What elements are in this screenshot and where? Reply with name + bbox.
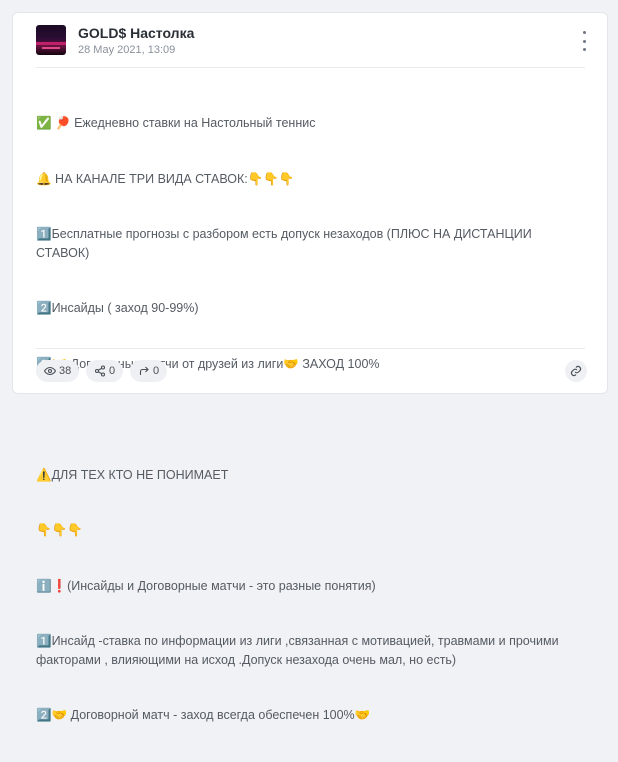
- post-card: GOLD$ Настолка 28 May 2021, 13:09 ✅ 🏓 Еж…: [12, 12, 608, 722]
- post-line: ✅ 🏓 Ежедневно ставки на Настольный тенни…: [36, 116, 316, 130]
- forwards-count: 0: [153, 365, 160, 377]
- post-body: ✅ 🏓 Ежедневно ставки на Настольный тенни…: [36, 77, 577, 762]
- views-counter[interactable]: 38: [36, 360, 80, 382]
- header-divider: [36, 67, 585, 68]
- post-line: ℹ️❗(Инсайды и Договорные матчи - это раз…: [36, 578, 376, 593]
- eye-icon: [44, 366, 56, 376]
- footer-divider: [36, 348, 585, 349]
- kebab-menu-icon[interactable]: [579, 31, 589, 51]
- link-icon: [570, 365, 582, 377]
- shares-counter[interactable]: 0: [86, 360, 124, 382]
- post-line: [36, 410, 577, 429]
- post-date: 28 May 2021, 13:09: [78, 44, 176, 56]
- shares-count: 0: [109, 365, 116, 377]
- forwards-counter[interactable]: 0: [130, 360, 168, 382]
- copy-link-button[interactable]: [565, 360, 587, 382]
- post-line: 1️⃣Бесплатные прогнозы с разбором есть д…: [36, 227, 536, 260]
- post-line: 1️⃣Инсайд -ставка по информации из лиги …: [36, 634, 563, 667]
- share-icon: [94, 365, 106, 377]
- views-count: 38: [59, 365, 72, 377]
- post-line: 👇👇👇: [36, 523, 83, 537]
- post-header: GOLD$ Настолка 28 May 2021, 13:09: [36, 23, 593, 67]
- post-line: 2️⃣🤝 Договорной матч - заход всегда обес…: [36, 708, 371, 722]
- post-line: 🔔 НА КАНАЛЕ ТРИ ВИДА СТАВОК:👇👇👇: [36, 171, 295, 186]
- forward-arrow-icon: [139, 366, 149, 375]
- channel-name[interactable]: GOLD$ Настолка: [78, 25, 194, 41]
- post-line: ⚠️ДЛЯ ТЕХ КТО НЕ ПОНИМАЕТ: [36, 467, 229, 482]
- post-footer: 38 0 0: [36, 358, 587, 382]
- channel-avatar[interactable]: [36, 25, 66, 55]
- post-line: 2️⃣Инсайды ( заход 90-99%): [36, 301, 199, 315]
